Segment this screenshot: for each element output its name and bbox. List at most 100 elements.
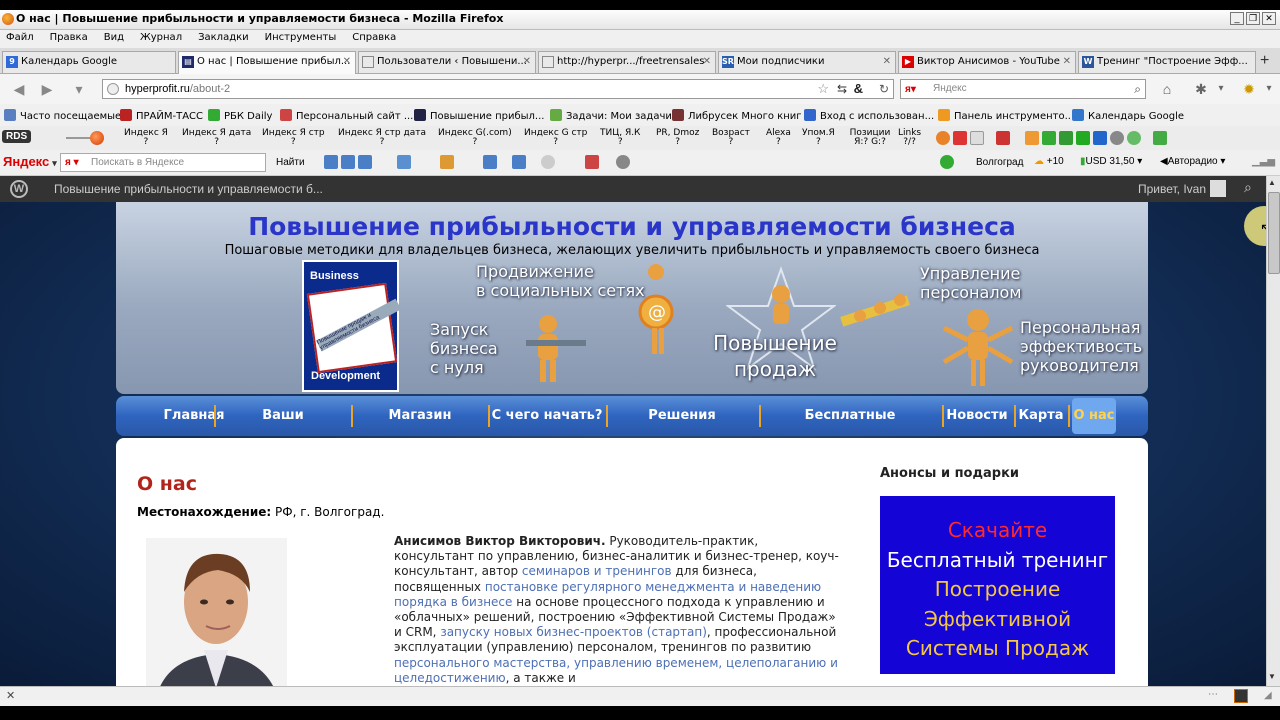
twitter-icon[interactable] bbox=[358, 155, 373, 169]
nav-free-materials[interactable]: Бесплатные материалы bbox=[762, 396, 938, 463]
wordpress-icon[interactable]: W bbox=[10, 180, 28, 198]
bookmark-star-icon[interactable]: ☆ bbox=[817, 80, 829, 98]
menu-edit[interactable]: Правка bbox=[50, 32, 88, 43]
tab-about[interactable]: ▤ О нас | Повышение прибыл... ✕ bbox=[178, 51, 356, 74]
close-button[interactable]: ✕ bbox=[1262, 12, 1276, 25]
nav-start[interactable]: С чего начать? bbox=[490, 396, 604, 436]
tab-google-calendar[interactable]: 9 Календарь Google bbox=[2, 51, 176, 73]
translate-icon[interactable] bbox=[483, 155, 498, 169]
bookmark-item[interactable]: Персональный сайт ... bbox=[280, 109, 413, 122]
gear-icon[interactable] bbox=[1110, 131, 1125, 145]
close-tab-icon[interactable]: ✕ bbox=[343, 52, 351, 72]
close-tab-icon[interactable]: ✕ bbox=[883, 52, 891, 72]
weather-widget[interactable]: ☁ +10 bbox=[1034, 156, 1064, 167]
site-title[interactable]: Повышение прибыльности и управляемости б… bbox=[116, 212, 1148, 241]
nav-results[interactable]: Ваши результаты bbox=[218, 396, 348, 463]
reload-icon[interactable]: ↻ bbox=[879, 80, 889, 98]
nav-map[interactable]: Карта bbox=[1016, 396, 1066, 436]
search-icon[interactable]: ⌕ bbox=[1134, 80, 1141, 98]
new-tab-button[interactable]: + bbox=[1260, 52, 1269, 70]
currency-widget[interactable]: ▮USD 31,50 ▾ bbox=[1080, 156, 1142, 167]
vk-icon[interactable] bbox=[341, 155, 356, 169]
dropdown-icon[interactable]: ▾ bbox=[1210, 80, 1232, 98]
avatar[interactable] bbox=[1210, 180, 1226, 197]
yandex-logo[interactable]: Яндекс ▾ bbox=[3, 154, 57, 169]
screen-icon[interactable] bbox=[397, 155, 412, 169]
menu-history[interactable]: Журнал bbox=[140, 32, 182, 43]
rds-logo[interactable]: RDS bbox=[2, 130, 32, 143]
menu-tools[interactable]: Инструменты bbox=[265, 32, 337, 43]
gear-icon[interactable] bbox=[615, 155, 630, 169]
bookmark-item[interactable]: Повышение прибыл... bbox=[414, 109, 544, 122]
home-icon[interactable]: ⌂ bbox=[1156, 80, 1178, 98]
bookmark-item[interactable]: Вход с использован... bbox=[804, 109, 934, 122]
promo-banner[interactable]: Скачайте Бесплатный тренинг Построение Э… bbox=[880, 496, 1115, 674]
apps-icon[interactable] bbox=[584, 155, 599, 169]
close-tab-icon[interactable]: ✕ bbox=[703, 52, 711, 72]
nav-about[interactable]: О нас bbox=[1072, 398, 1116, 434]
bookmark-item[interactable]: РБК Daily bbox=[208, 109, 272, 122]
history-dropdown-icon[interactable]: ▾ bbox=[68, 80, 90, 98]
translate-icon[interactable]: ⇆ bbox=[837, 80, 847, 98]
dropdown-icon[interactable]: ▾ bbox=[1258, 80, 1280, 98]
chart-icon[interactable] bbox=[996, 131, 1010, 145]
user-icon[interactable] bbox=[440, 155, 455, 169]
rds-alexa[interactable]: Alexa? bbox=[766, 129, 791, 147]
maximize-button[interactable]: ❐ bbox=[1246, 12, 1260, 25]
globe-icon[interactable] bbox=[1127, 131, 1142, 145]
scrollbar-thumb[interactable] bbox=[1268, 192, 1280, 274]
tab-youtube[interactable]: ▶ Виктор Анисимов - YouTube ✕ bbox=[898, 51, 1076, 73]
rds-yandex-index[interactable]: Индекс Я? bbox=[124, 129, 168, 147]
search-icon[interactable]: ⌕ bbox=[1244, 179, 1252, 196]
link-startup[interactable]: запуску новых бизнес-проектов (стартап) bbox=[440, 625, 707, 639]
rds-yandex-index-pages[interactable]: Индекс Я стр? bbox=[262, 129, 325, 147]
scroll-down-icon[interactable]: ▼ bbox=[1268, 672, 1276, 681]
scroll-up-icon[interactable]: ▲ bbox=[1268, 178, 1276, 187]
nav-partners[interactable]: Решения партнеров bbox=[608, 396, 756, 463]
ampersand-icon[interactable]: & bbox=[854, 80, 863, 98]
rds-positions[interactable]: Позиции Я:? G:? bbox=[848, 129, 892, 147]
menu-bookmarks[interactable]: Закладки bbox=[198, 32, 249, 43]
rds-slider-knob[interactable] bbox=[90, 131, 104, 145]
minimize-button[interactable]: _ bbox=[1230, 12, 1244, 25]
addon-icon[interactable] bbox=[1234, 689, 1248, 703]
yandex-search-input[interactable]: я ▾ Поискать в Яндексе bbox=[60, 153, 266, 172]
wp-site-title[interactable]: Повышение прибыльности и управляемости б… bbox=[54, 182, 323, 196]
address-bar[interactable]: hyperprofit.ru/about-2 ☆ ⇆ & ↻ bbox=[102, 79, 894, 99]
addons-icon[interactable]: ✱ bbox=[1190, 80, 1212, 98]
nav-news[interactable]: Новости bbox=[944, 396, 1010, 436]
puzzle-icon[interactable] bbox=[1152, 131, 1167, 145]
database-icon[interactable] bbox=[1093, 131, 1108, 145]
rds-tool-icon[interactable] bbox=[970, 131, 985, 145]
settings-icon[interactable]: ✹ bbox=[1238, 80, 1260, 98]
mail-icon[interactable] bbox=[324, 155, 338, 169]
bookmark-item[interactable]: Либрусек Много книг bbox=[672, 109, 802, 122]
page-scrollbar[interactable]: ▲ ▼ bbox=[1266, 176, 1280, 686]
rds-tic[interactable]: ТИЦ, Я.К? bbox=[600, 129, 640, 147]
tab-freetrensales[interactable]: http://hyperpr.../freetrensales ✕ bbox=[538, 51, 716, 73]
bookmark-item[interactable]: Календарь Google bbox=[1072, 109, 1184, 122]
home-icon[interactable] bbox=[1059, 131, 1074, 145]
bookmark-item[interactable]: Панель инструменто... bbox=[938, 109, 1074, 122]
rds-tool-icon[interactable] bbox=[953, 131, 968, 145]
rds-tool-icon[interactable] bbox=[936, 131, 950, 145]
menu-view[interactable]: Вид bbox=[104, 32, 124, 43]
rds-links[interactable]: Links ?/? bbox=[898, 129, 921, 147]
forward-button[interactable]: ▶ bbox=[36, 80, 58, 98]
rds-yandex-index-pages-date[interactable]: Индекс Я стр дата? bbox=[338, 129, 426, 147]
rds-mentions[interactable]: Упом.Я? bbox=[802, 129, 835, 147]
bookmark-item[interactable]: Часто посещаемые bbox=[4, 109, 121, 122]
close-tab-icon[interactable]: ✕ bbox=[1063, 52, 1071, 72]
refresh-icon[interactable] bbox=[1076, 131, 1091, 145]
tab-users[interactable]: Пользователи ‹ Повышени... ✕ bbox=[358, 51, 536, 73]
nav-shop[interactable]: Магазин решений bbox=[354, 396, 486, 463]
close-tab-icon[interactable]: ✕ bbox=[523, 52, 531, 72]
menu-file[interactable]: Файл bbox=[6, 32, 34, 43]
rss-icon[interactable] bbox=[1025, 131, 1040, 145]
menu-help[interactable]: Справка bbox=[352, 32, 396, 43]
yandex-find-button[interactable]: Найти bbox=[276, 157, 305, 168]
link-personal-mastery[interactable]: персонального мастерства, управлению вре… bbox=[394, 656, 838, 685]
rds-google-index-pages[interactable]: Индекс G стр? bbox=[524, 129, 587, 147]
tab-subscribers[interactable]: SR Мои подписчики ✕ bbox=[718, 51, 896, 73]
wp-greeting[interactable]: Привет, Ivan bbox=[1138, 182, 1206, 196]
